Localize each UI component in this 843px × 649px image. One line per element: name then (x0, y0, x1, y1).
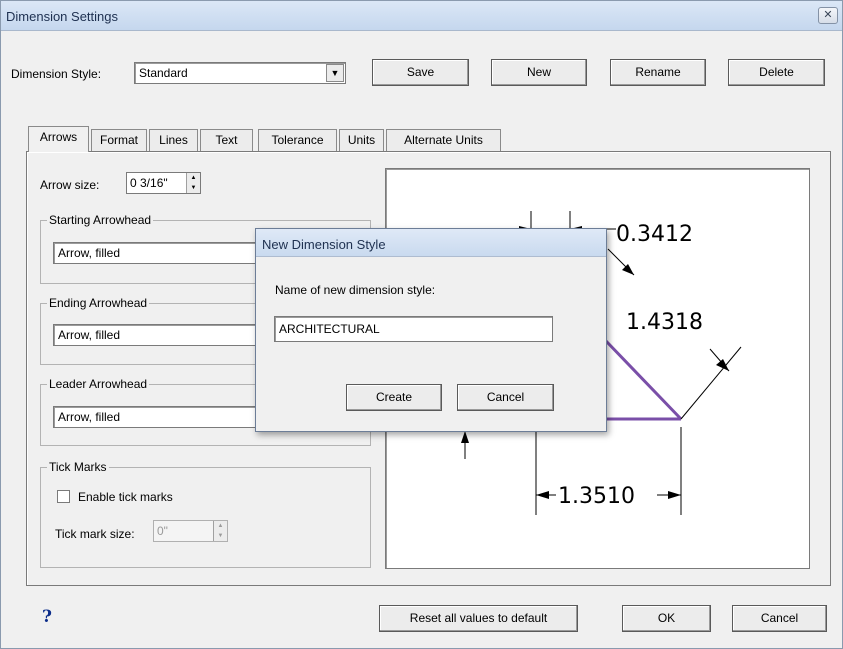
arrow-size-spinner[interactable]: 0 3/16" ▲ ▼ (126, 172, 201, 194)
tick-mark-size-value: 0" (157, 524, 168, 538)
dim-top-label: 0.3412 (616, 222, 693, 247)
tab-alternate-units[interactable]: Alternate Units (386, 129, 501, 151)
arrow-size-value: 0 3/16" (130, 176, 168, 190)
dialog-cancel-button[interactable]: Cancel (457, 384, 554, 411)
dimension-settings-window: Dimension Settings ✕ Dimension Style: St… (0, 0, 843, 649)
tick-mark-size-label: Tick mark size: (55, 527, 135, 541)
ending-arrowhead-value: Arrow, filled (58, 328, 121, 342)
dimension-style-value: Standard (139, 66, 188, 80)
ending-arrowhead-select[interactable]: Arrow, filled (53, 324, 263, 346)
tab-lines[interactable]: Lines (149, 129, 198, 151)
tick-mark-size-spinner[interactable]: 0" ▲ ▼ (153, 520, 228, 542)
tick-marks-group: Tick Marks (40, 460, 371, 568)
dimension-style-select[interactable]: Standard ▼ (134, 62, 346, 84)
ok-button[interactable]: OK (622, 605, 711, 632)
leader-arrowhead-select[interactable]: Arrow, filled (53, 406, 263, 428)
starting-arrowhead-select[interactable]: Arrow, filled (53, 242, 263, 264)
tab-format[interactable]: Format (91, 129, 147, 151)
arrowhead (536, 491, 549, 499)
close-button[interactable]: ✕ (818, 7, 838, 24)
spin-up-icon[interactable]: ▲ (187, 173, 200, 183)
new-style-name-field[interactable] (275, 317, 552, 341)
dim-diagonal-label: 1.4318 (626, 310, 703, 335)
close-icon: ✕ (823, 9, 833, 21)
leader-arrowhead-value: Arrow, filled (58, 410, 121, 424)
spin-up-icon[interactable]: ▲ (214, 521, 227, 531)
tab-units[interactable]: Units (339, 129, 384, 151)
create-button[interactable]: Create (346, 384, 442, 411)
shape-edge-diagonal (604, 339, 683, 421)
dialog-title: New Dimension Style (262, 237, 386, 252)
dialog-title-bar: New Dimension Style (256, 229, 606, 257)
arrow-size-label: Arrow size: (40, 178, 100, 192)
extension-line (680, 346, 742, 420)
new-style-name-input[interactable] (274, 316, 553, 342)
window-title: Dimension Settings (6, 9, 118, 24)
delete-button[interactable]: Delete (728, 59, 825, 86)
tick-marks-title: Tick Marks (47, 460, 109, 474)
save-button[interactable]: Save (372, 59, 469, 86)
help-button[interactable]: ? (38, 606, 56, 628)
reset-defaults-button[interactable]: Reset all values to default (379, 605, 578, 632)
new-button[interactable]: New (491, 59, 587, 86)
tab-arrows[interactable]: Arrows (28, 126, 89, 152)
enable-tick-marks-checkbox[interactable] (57, 490, 70, 503)
tab-tolerance[interactable]: Tolerance (258, 129, 337, 151)
ending-arrowhead-title: Ending Arrowhead (47, 296, 150, 310)
chevron-down-icon[interactable]: ▼ (326, 64, 344, 82)
starting-arrowhead-title: Starting Arrowhead (47, 213, 154, 227)
enable-tick-marks-label: Enable tick marks (78, 490, 173, 504)
new-dimension-style-dialog: New Dimension Style Name of new dimensio… (255, 228, 607, 432)
spin-down-icon[interactable]: ▼ (214, 531, 227, 541)
spin-down-icon[interactable]: ▼ (187, 183, 200, 193)
dimension-style-label: Dimension Style: (11, 67, 102, 81)
title-bar: Dimension Settings ✕ (1, 1, 842, 31)
rename-button[interactable]: Rename (610, 59, 706, 86)
dim-bottom-label: 1.3510 (558, 484, 635, 509)
arrowhead (461, 431, 469, 443)
tab-text[interactable]: Text (200, 129, 253, 151)
arrowhead (668, 491, 681, 499)
cancel-button[interactable]: Cancel (732, 605, 827, 632)
new-style-name-label: Name of new dimension style: (275, 283, 436, 297)
leader-arrowhead-title: Leader Arrowhead (47, 377, 150, 391)
starting-arrowhead-value: Arrow, filled (58, 246, 121, 260)
arrowhead (622, 264, 634, 275)
